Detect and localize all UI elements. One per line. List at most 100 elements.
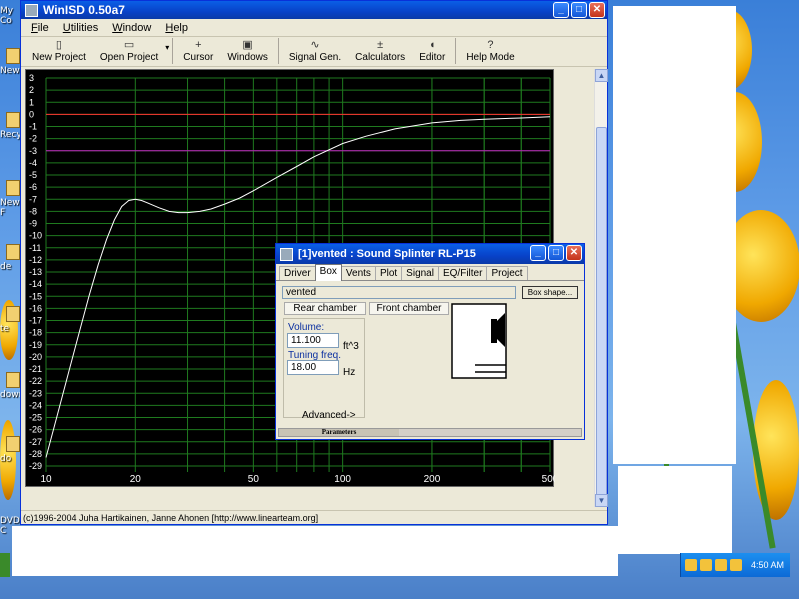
x-tick-label: 10	[40, 474, 52, 485]
status-bar: (c)1996-2004 Juha Hartikainen, Janne Aho…	[21, 510, 607, 524]
security-icon[interactable]	[715, 559, 727, 571]
x-tick-label: 100	[334, 474, 351, 485]
close-button[interactable]: ✕	[589, 2, 605, 18]
tuning-freq-input[interactable]: 18.00	[287, 360, 339, 375]
speaker-driver-icon	[491, 319, 497, 343]
x-tick-label: 50	[248, 474, 260, 485]
desktop-icon-label: do	[0, 454, 12, 464]
start-button[interactable]	[0, 553, 10, 577]
y-tick-label: -23	[29, 388, 42, 398]
y-tick-label: 3	[29, 73, 34, 83]
globe-icon[interactable]	[730, 559, 742, 571]
y-tick-label: -5	[29, 170, 37, 180]
y-tick-label: -15	[29, 291, 42, 301]
desktop-icon-label: DVD C	[0, 516, 20, 536]
tab-driver[interactable]: Driver	[279, 266, 316, 280]
signal-gen-button[interactable]: ∿ Signal Gen.	[282, 39, 348, 64]
clock[interactable]: 4:50 AM	[751, 560, 784, 570]
menu-utilities[interactable]: Utilities	[63, 22, 98, 34]
parameters-segment: Parameters	[279, 429, 399, 436]
vertical-scrollbar[interactable]: ▲ ▼	[594, 69, 608, 507]
windows-icon: ▣	[242, 39, 253, 51]
folder-icon	[6, 180, 20, 196]
y-tick-label: -18	[29, 328, 42, 338]
y-tick-label: 1	[29, 97, 34, 107]
title-bar[interactable]: WinISD 0.50a7 _ □ ✕	[21, 1, 607, 19]
front-chamber-button[interactable]: Front chamber	[369, 302, 449, 315]
tab-vents[interactable]: Vents	[340, 266, 376, 280]
tab-signal[interactable]: Signal	[401, 266, 439, 280]
network-icon[interactable]	[685, 559, 697, 571]
sub-status-bar: Parameters	[278, 428, 582, 437]
toolbar-separator	[172, 38, 174, 64]
x-tick-label: 20	[130, 474, 142, 485]
folder-icon	[6, 244, 20, 260]
cursor-label: Cursor	[183, 52, 214, 63]
project-icon[interactable]	[280, 247, 293, 261]
scroll-up-arrow-icon[interactable]: ▲	[595, 69, 608, 82]
tab-eq-filter[interactable]: EQ/Filter	[437, 266, 488, 280]
file-icon	[6, 436, 20, 452]
help-mode-button[interactable]: ? Help Mode	[459, 39, 521, 64]
menu-file[interactable]: File	[31, 22, 49, 34]
y-tick-label: -2	[29, 134, 37, 144]
window-title: WinISD 0.50a7	[43, 3, 125, 17]
box-diagram	[451, 303, 507, 379]
tuning-freq-unit: Hz	[343, 367, 356, 378]
box-shape-button[interactable]: Box shape...	[522, 286, 578, 299]
open-project-button[interactable]: ▭ Open Project	[93, 39, 165, 64]
y-tick-label: -16	[29, 303, 42, 313]
close-button[interactable]: ✕	[566, 245, 582, 261]
desktop-icon-label: de	[0, 262, 12, 272]
project-window-title: [1]vented : Sound Splinter RL-P15	[298, 248, 476, 260]
new-project-button[interactable]: ▯ New Project	[25, 39, 93, 64]
recycle-bin-icon	[6, 112, 20, 128]
minimize-button[interactable]: _	[553, 2, 569, 18]
new-project-icon: ▯	[55, 39, 62, 51]
menu-help[interactable]: Help	[165, 22, 188, 34]
box-type-select[interactable]: vented	[282, 286, 516, 299]
file-icon	[6, 372, 20, 388]
volume-label: Volume:	[288, 322, 325, 333]
windows-label: Windows	[227, 52, 268, 63]
help-mode-label: Help Mode	[466, 52, 515, 63]
project-title-bar[interactable]: [1]vented : Sound Splinter RL-P15 _ □ ✕	[276, 244, 584, 264]
desktop-icon-label: My Co	[0, 6, 14, 26]
x-tick-label: 500	[542, 474, 555, 485]
y-tick-label: -9	[29, 219, 37, 229]
editor-button[interactable]: ◖ Editor	[412, 39, 452, 64]
scroll-thumb[interactable]	[596, 127, 607, 497]
volume-unit: ft^3	[343, 341, 359, 352]
open-dropdown-arrow-icon[interactable]: ▾	[165, 43, 169, 52]
rear-chamber-button[interactable]: Rear chamber	[284, 302, 366, 315]
open-folder-icon: ▭	[123, 39, 135, 51]
cursor-button[interactable]: + Cursor	[176, 39, 220, 64]
toolbar-separator	[277, 38, 279, 64]
calculators-button[interactable]: ± Calculators	[348, 39, 412, 64]
windows-button[interactable]: ▣ Windows	[220, 39, 275, 64]
y-tick-label: -29	[29, 461, 42, 471]
volume-icon[interactable]	[700, 559, 712, 571]
menu-window[interactable]: Window	[112, 22, 151, 34]
tab-plot[interactable]: Plot	[374, 266, 403, 280]
open-project-label: Open Project	[99, 52, 159, 63]
y-tick-label: -7	[29, 194, 37, 204]
volume-input[interactable]: 11.100	[287, 333, 339, 348]
app-icon[interactable]	[25, 3, 38, 17]
editor-label: Editor	[419, 52, 446, 63]
minimize-button[interactable]: _	[530, 245, 546, 261]
advanced-button[interactable]: Advanced->	[302, 410, 356, 421]
y-tick-label: -26	[29, 425, 42, 435]
tab-project[interactable]: Project	[486, 266, 528, 280]
y-tick-label: -13	[29, 267, 42, 277]
calculator-icon: ±	[377, 39, 384, 51]
maximize-button[interactable]: □	[548, 245, 564, 261]
scroll-down-arrow-icon[interactable]: ▼	[595, 494, 608, 507]
maximize-button[interactable]: □	[571, 2, 587, 18]
y-tick-label: -10	[29, 231, 42, 241]
desktop-icon-label: New F	[0, 198, 20, 218]
y-tick-label: -8	[29, 206, 37, 216]
y-tick-label: -12	[29, 255, 42, 265]
y-tick-label: -4	[29, 158, 37, 168]
tab-box[interactable]: Box	[314, 264, 342, 281]
